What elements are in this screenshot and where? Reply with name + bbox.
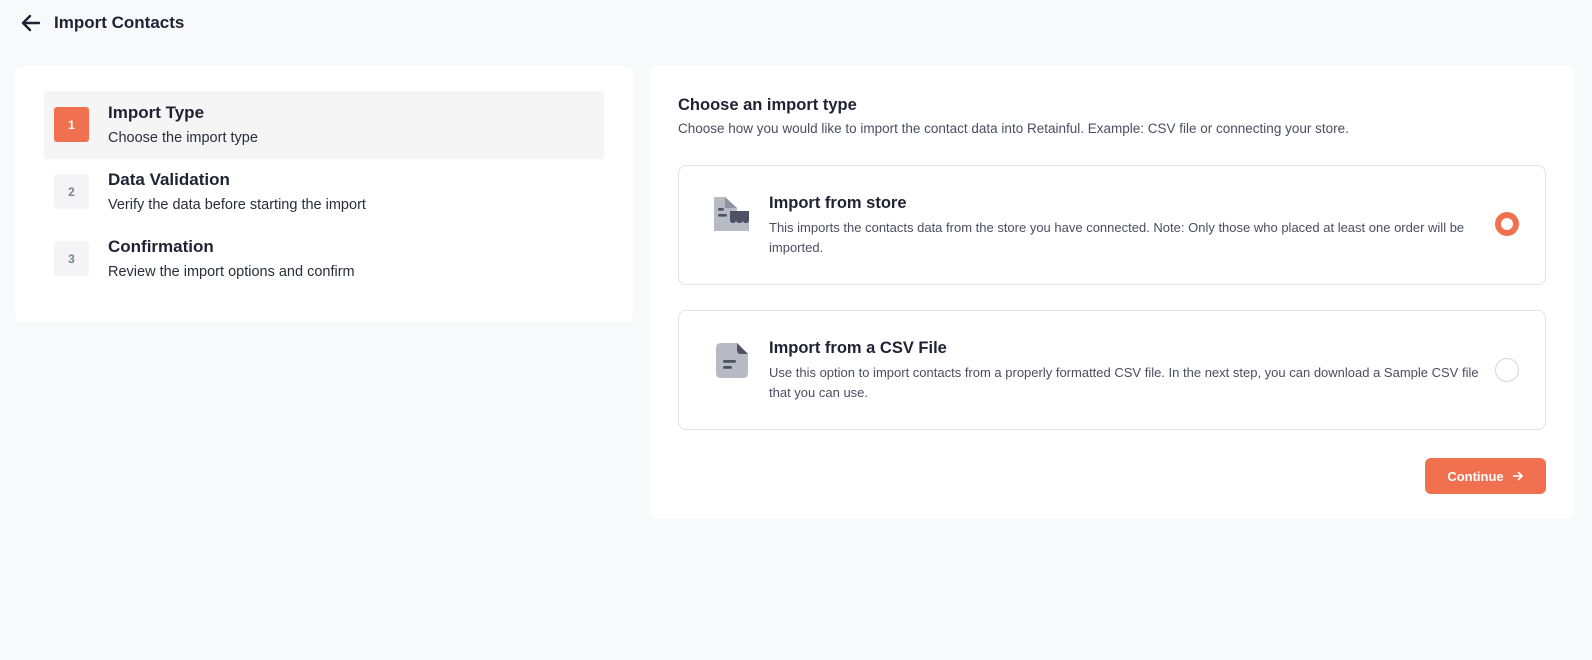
page-header: Import Contacts <box>0 0 1592 46</box>
step-description: Review the import options and confirm <box>108 264 355 280</box>
option-import-from-csv[interactable]: Import from a CSV File Use this option t… <box>678 310 1546 430</box>
arrow-right-icon <box>1512 471 1523 481</box>
page-title: Import Contacts <box>54 13 185 32</box>
section-description: Choose how you would like to import the … <box>678 121 1349 136</box>
step-title: Confirmation <box>108 237 214 256</box>
section-title: Choose an import type <box>678 96 857 114</box>
continue-button[interactable]: Continue <box>1425 458 1546 494</box>
step-number: 3 <box>54 241 89 276</box>
option-title: Import from a CSV File <box>769 339 947 357</box>
step-number: 2 <box>54 174 89 209</box>
option-import-from-store[interactable]: Import from store This imports the conta… <box>678 165 1546 285</box>
step-title: Import Type <box>108 103 205 122</box>
step-import-type[interactable]: 1 Import Type Choose the import type <box>44 91 604 159</box>
csv-file-icon <box>716 343 748 378</box>
step-title: Data Validation <box>108 170 230 189</box>
step-number: 1 <box>54 107 89 142</box>
store-icon <box>714 197 749 231</box>
step-description: Choose the import type <box>108 130 258 146</box>
arrow-left-icon <box>21 14 41 32</box>
step-description: Verify the data before starting the impo… <box>108 197 366 213</box>
continue-label: Continue <box>1447 468 1504 484</box>
option-description: Use this option to import contacts from … <box>769 365 1479 400</box>
option-description: This imports the contacts data from the … <box>769 220 1465 255</box>
step-confirmation[interactable]: 3 Confirmation Review the import options… <box>44 225 604 293</box>
option-title: Import from store <box>769 194 907 212</box>
import-type-panel: Choose an import type Choose how you wou… <box>649 66 1575 519</box>
steps-panel: 1 Import Type Choose the import type 2 D… <box>15 66 633 322</box>
radio-import-from-csv[interactable] <box>1495 358 1519 382</box>
step-data-validation[interactable]: 2 Data Validation Verify the data before… <box>44 158 604 226</box>
radio-import-from-store[interactable] <box>1495 212 1519 236</box>
back-button[interactable] <box>18 10 44 36</box>
